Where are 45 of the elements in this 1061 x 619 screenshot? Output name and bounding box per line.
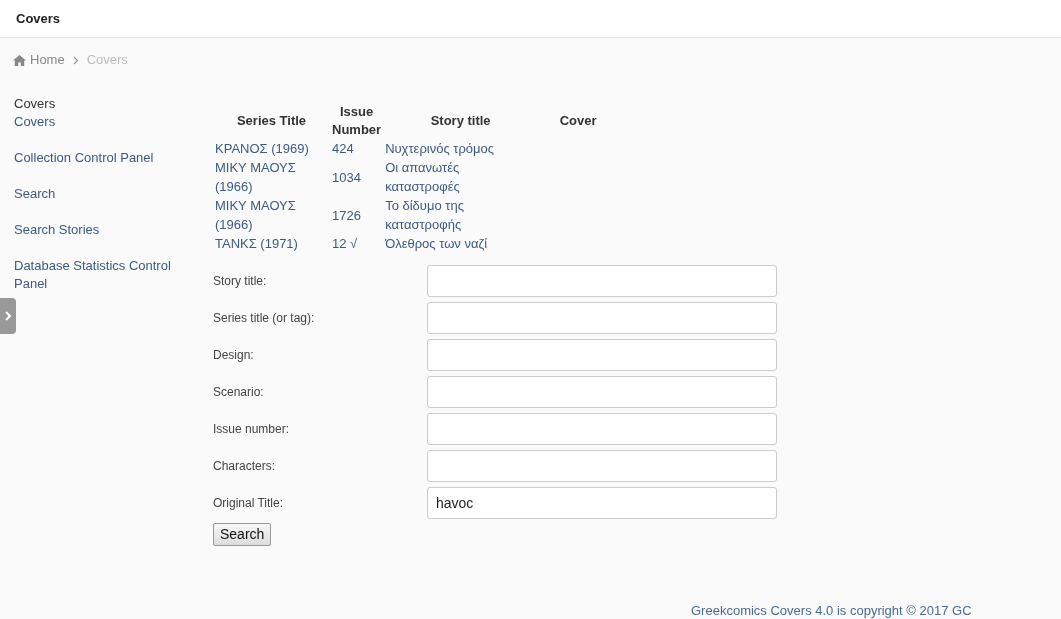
story-link[interactable]: Το δίδυμο της καταστροφής [383,196,539,234]
issue-link[interactable]: 1034 [330,158,384,196]
story-link[interactable]: Οι απανωτές καταστροφές [383,158,539,196]
column-header: Story title [429,112,492,130]
sidebar-link[interactable]: Search [14,185,200,203]
issue-link[interactable]: 12 √ [330,234,384,253]
column-header: Issue Number [331,103,383,139]
input-field[interactable] [427,265,777,297]
home-icon [13,54,26,66]
field-label: Characters: [213,458,277,475]
copyright-link[interactable]: Greekcomics Covers 4.0 is copyright © 2017 GC [691,603,972,618]
series-link[interactable]: ΚΡΑΝΟΣ (1969) [213,139,330,158]
input-field[interactable] [427,302,777,334]
field-label: Original Title: [213,495,285,512]
series-link[interactable]: ΜΙΚΥ ΜΑΟΥΣ (1966) [213,158,330,196]
input-field[interactable]: havoc [427,487,777,519]
sidebar-link[interactable]: Search Stories [14,221,200,239]
chevron-right-icon [4,311,12,321]
search-button[interactable]: Search [213,523,272,546]
breadcrumb-current: Covers [86,51,128,70]
sidebar-toggle[interactable] [0,298,16,334]
input-field[interactable] [427,339,777,371]
field-label: Series title (or tag): [213,310,316,327]
input-field[interactable] [427,450,777,482]
column-header: Series Title [235,112,308,130]
field-label: Scenario: [213,384,265,401]
story-link[interactable]: Νυχτερινός τρόμος [383,139,539,158]
chevron-right-icon [72,55,79,65]
series-link[interactable]: ΤΑΝΚΣ (1971) [213,234,330,253]
breadcrumb-link[interactable]: Home [13,50,65,70]
input-field[interactable] [427,376,777,408]
issue-link[interactable]: 1726 [330,196,384,234]
sidebar-link[interactable]: Covers [14,113,200,131]
column-header: Cover [558,112,598,130]
input-field[interactable] [427,413,777,445]
sidebar-link[interactable]: Database Statistics Control Panel [14,257,200,293]
page-title: Covers [16,9,61,28]
field-label: Design: [213,347,255,364]
field-label: Issue number: [213,421,291,438]
sidebar-link[interactable]: Collection Control Panel [14,149,200,167]
field-label: Story title: [213,273,268,290]
story-link[interactable]: Όλεθρος των ναζί [383,234,539,253]
sidebar-heading: Covers [14,95,57,113]
issue-link[interactable]: 424 [330,139,384,158]
series-link[interactable]: ΜΙΚΥ ΜΑΟΥΣ (1966) [213,196,330,234]
